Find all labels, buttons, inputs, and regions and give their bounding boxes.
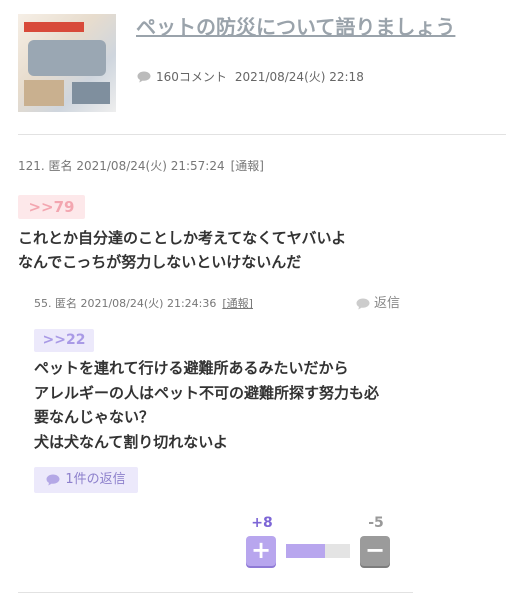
anchor-link[interactable]: >>79 [18, 195, 85, 219]
comment-icon [137, 71, 151, 83]
topic-thumbnail[interactable] [18, 14, 116, 112]
divider [18, 592, 413, 593]
thumbnail-photo-right [72, 82, 110, 104]
quoted-comment-header: 55. 匿名 2021/08/24(火) 21:24:36 [通報] [34, 297, 253, 311]
thumbnail-banner [24, 22, 84, 32]
quoted-line: アレルギーの人はペット不可の避難所探す努力も必 [34, 383, 380, 402]
vote-ratio-fill [286, 544, 326, 558]
quoted-line: 要なんじゃない？ [34, 408, 155, 426]
replies-label: 1件の返信 [65, 472, 126, 487]
comment-icon [46, 474, 60, 486]
view-replies-button[interactable]: 1件の返信 [34, 467, 138, 493]
reply-button[interactable]: 返信 [356, 295, 400, 313]
thumbnail-product [28, 40, 106, 76]
comment-count: 160コメント [156, 70, 227, 84]
comment-line: これとか自分達のことしか考えてなくてヤバいよ [18, 229, 347, 247]
reply-label: 返信 [374, 296, 401, 311]
quoted-comment-body: ペットを連れて行ける避難所あるみたいだから アレルギーの人はペット不可の避難所探… [34, 356, 379, 454]
plus-vote-button[interactable]: + [246, 536, 276, 566]
divider [18, 134, 506, 135]
vote-ratio-bar [286, 544, 350, 558]
quoted-line: ペットを連れて行ける避難所あるみたいだから [34, 359, 349, 377]
comment-line: なんでこっちが努力しないといけないんだ [18, 253, 302, 271]
topic-datetime: 2021/08/24(火) 22:18 [234, 70, 364, 84]
topic-meta: 160コメント 2021/08/24(火) 22:18 [137, 68, 364, 86]
quoted-report-link[interactable]: [通報] [222, 297, 253, 310]
thumbnail-photo-left [24, 80, 64, 106]
quoted-number-date: 55. 匿名 2021/08/24(火) 21:24:36 [34, 297, 217, 310]
report-link[interactable]: [通報] [231, 159, 264, 173]
comment-number-date: 121. 匿名 2021/08/24(火) 21:57:24 [18, 159, 225, 173]
quoted-anchor-link[interactable]: >>22 [34, 329, 94, 352]
minus-vote-count: -5 [368, 515, 384, 531]
comment-body: これとか自分達のことしか考えてなくてヤバいよ なんでこっちが努力しないといけない… [18, 226, 346, 274]
quoted-line: 犬は犬なんて割り切れないよ [34, 432, 228, 451]
plus-vote-count: +8 [251, 515, 273, 531]
comment-icon [356, 298, 370, 310]
topic-title[interactable]: ペットの防災について語りましょう [136, 13, 455, 41]
comment-header: 121. 匿名 2021/08/24(火) 21:57:24 [通報] [18, 158, 264, 174]
minus-vote-button[interactable]: − [360, 536, 390, 566]
